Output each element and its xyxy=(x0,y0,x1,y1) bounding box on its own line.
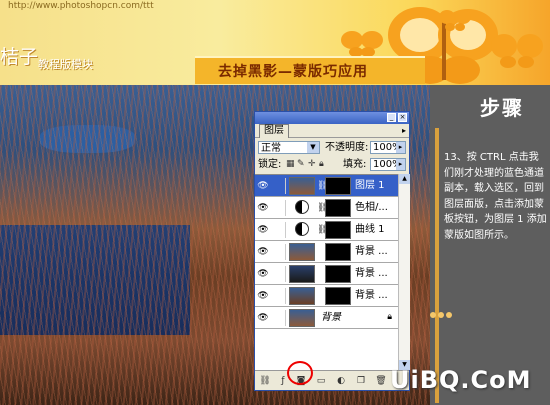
lock-icon: 🔒︎ xyxy=(387,312,392,322)
layers-list: 👁︎ ⛓︎ 图层 1 👁︎ ⛓︎ 色相/... 👁︎ ⛓︎ 曲线 1 👁︎ 背景… xyxy=(255,174,398,371)
brush-icon xyxy=(271,266,286,282)
divider-dot xyxy=(430,312,436,318)
trash-icon[interactable]: 🗑︎ xyxy=(375,375,387,387)
step-heading: 步骤 xyxy=(480,96,524,120)
layer-row[interactable]: 👁︎ ⛓︎ 色相/... xyxy=(255,197,398,219)
layer-name: 背景 ... xyxy=(355,268,388,279)
butterfly-small-decoration-2 xyxy=(439,10,471,31)
layer-name: 色相/... xyxy=(355,202,388,213)
layer-name: 曲线 1 xyxy=(355,224,385,235)
new-layer-icon[interactable]: ❐ xyxy=(355,375,367,387)
layer-thumbnail xyxy=(289,265,315,283)
brush-icon xyxy=(271,288,286,304)
divider-dot xyxy=(446,312,452,318)
lock-position-icon[interactable]: ✛ xyxy=(308,159,316,169)
lock-all-icon[interactable]: 🔒︎ xyxy=(319,159,324,169)
layer-mask-thumbnail[interactable] xyxy=(325,177,351,195)
page-title: 去掉黑影—蒙版巧应用 xyxy=(218,64,368,80)
visibility-eye-icon[interactable]: 👁︎ xyxy=(257,268,269,280)
visibility-eye-icon[interactable]: 👁︎ xyxy=(257,224,269,236)
new-group-icon[interactable]: ▭ xyxy=(315,375,327,387)
layer-mask-thumbnail[interactable] xyxy=(325,243,351,261)
divider-line xyxy=(435,128,439,403)
scroll-up-icon[interactable]: ▲ xyxy=(399,174,410,184)
adjustment-layer-icon xyxy=(295,200,309,214)
opacity-input[interactable]: 100% ▸ xyxy=(370,141,406,154)
layer-name: 背景 ... xyxy=(355,290,388,301)
opacity-label: 不透明度: xyxy=(325,142,369,153)
layer-name: 背景 ... xyxy=(355,246,388,257)
brush-icon xyxy=(271,310,286,326)
layers-footer-toolbar: ⛓︎ ƒ ◙ ▭ ◐ ❐ 🗑︎ xyxy=(255,370,409,391)
panel-titlebar[interactable]: _ × xyxy=(255,112,409,124)
adjustment-layer-button-icon[interactable]: ◐ xyxy=(335,375,347,387)
brush-icon xyxy=(271,244,286,260)
blend-row: 正常 ▼ 不透明度: 100% ▸ xyxy=(255,139,409,157)
fill-label: 填充: xyxy=(343,159,367,170)
chevron-right-icon: ▸ xyxy=(396,159,405,170)
adjustment-layer-icon xyxy=(295,222,309,236)
layer-row-background[interactable]: 👁︎ 背景 🔒︎ xyxy=(255,307,398,329)
layer-thumbnail xyxy=(289,243,315,261)
visibility-eye-icon[interactable]: 👁︎ xyxy=(257,246,269,258)
layer-mask-thumbnail[interactable] xyxy=(325,221,351,239)
layer-row[interactable]: 👁︎ 背景 ... xyxy=(255,263,398,285)
butterfly-small-decoration-3 xyxy=(491,34,543,68)
brand-logo-text: 桔子 xyxy=(0,46,39,68)
divider-dot xyxy=(438,312,444,318)
layer-mask-thumbnail[interactable] xyxy=(325,199,351,217)
layer-mask-thumbnail[interactable] xyxy=(325,265,351,283)
lock-row: 锁定: ▦ ✎ ✛ 🔒︎ 填充: 100% ▸ xyxy=(255,157,409,173)
brush-icon xyxy=(271,178,286,194)
layer-thumbnail xyxy=(289,287,315,305)
layer-thumbnail xyxy=(289,309,315,327)
blend-mode-value: 正常 xyxy=(261,143,281,154)
panel-menu-icon[interactable]: ▸ xyxy=(402,126,406,135)
layer-row[interactable]: 👁︎ 背景 ... xyxy=(255,241,398,263)
lock-pixels-icon[interactable]: ✎ xyxy=(297,159,305,169)
minimize-icon[interactable]: _ xyxy=(387,113,396,122)
link-layers-icon[interactable]: ⛓︎ xyxy=(259,375,271,387)
visibility-eye-icon[interactable]: 👁︎ xyxy=(257,202,269,214)
chevron-down-icon: ▼ xyxy=(307,142,319,153)
brush-icon xyxy=(271,222,286,238)
layer-thumbnail xyxy=(289,177,315,195)
brand-subtitle: 教程版模块 xyxy=(38,58,93,71)
brush-icon xyxy=(271,200,286,216)
tab-layers[interactable]: 图层 xyxy=(259,124,289,138)
layer-name: 背景 xyxy=(321,312,341,323)
step-panel xyxy=(430,85,550,405)
butterfly-small-decoration xyxy=(341,31,383,57)
panel-tab-row: 图层 ▸ xyxy=(255,124,409,138)
layer-row[interactable]: 👁︎ ⛓︎ 曲线 1 xyxy=(255,219,398,241)
step-description: 13、按 CTRL 点击我们刚才处理的蓝色通道副本，载入选区，回到图层面版，点击… xyxy=(444,152,547,241)
chevron-right-icon: ▸ xyxy=(396,142,405,153)
blend-mode-select[interactable]: 正常 ▼ xyxy=(258,141,320,154)
lock-label: 锁定: xyxy=(258,159,282,170)
layer-name: 图层 1 xyxy=(355,180,385,191)
layer-row[interactable]: 👁︎ ⛓︎ 图层 1 xyxy=(255,175,398,197)
layers-panel: _ × 图层 ▸ 正常 ▼ 不透明度: 100% ▸ 锁定: ▦ ✎ ✛ 🔒︎ … xyxy=(254,111,410,391)
highlight-circle-add-mask xyxy=(287,361,313,385)
lock-transparency-icon[interactable]: ▦ xyxy=(286,159,295,169)
visibility-eye-icon[interactable]: 👁︎ xyxy=(257,290,269,302)
layers-scrollbar[interactable]: ▲ ▼ xyxy=(398,174,410,370)
layer-mask-thumbnail[interactable] xyxy=(325,287,351,305)
watermark-logo: UiBQ.CoM xyxy=(390,366,532,394)
visibility-eye-icon[interactable]: 👁︎ xyxy=(257,180,269,192)
close-icon[interactable]: × xyxy=(398,113,407,122)
layer-row[interactable]: 👁︎ 背景 ... xyxy=(255,285,398,307)
fill-input[interactable]: 100% ▸ xyxy=(370,158,406,171)
site-url[interactable]: http://www.photoshopcn.com/ttt xyxy=(8,1,154,11)
visibility-eye-icon[interactable]: 👁︎ xyxy=(257,312,269,324)
